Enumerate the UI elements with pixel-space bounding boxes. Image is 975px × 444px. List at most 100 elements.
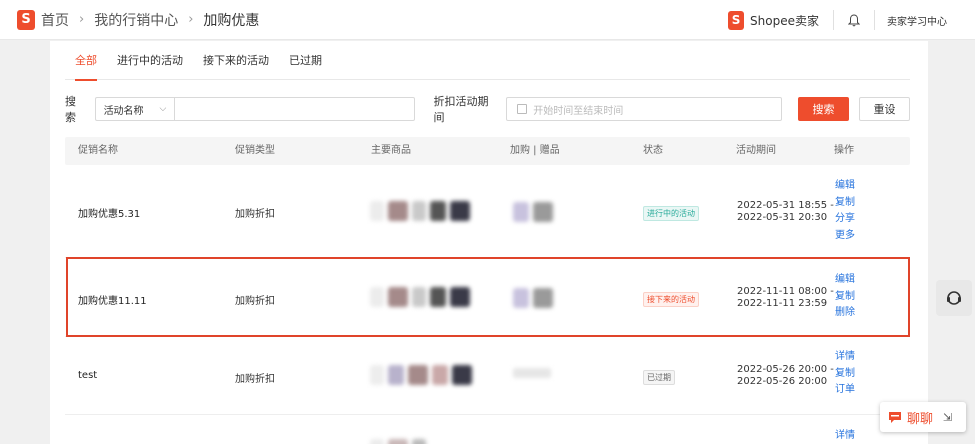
status-tabs: 全部 进行中的活动 接下来的活动 已过期 xyxy=(65,41,910,81)
product-image xyxy=(412,439,426,444)
promotion-name: 加购优惠5.31 xyxy=(78,209,141,220)
promotion-name-input[interactable] xyxy=(174,97,415,121)
share-link[interactable]: 分享 xyxy=(835,211,855,228)
customer-service-button[interactable] xyxy=(936,280,972,316)
row-actions: 详情 xyxy=(835,428,855,444)
status-badge: 进行中的活动 xyxy=(643,206,699,221)
product-image xyxy=(412,201,426,221)
table-row: test 加购折扣 已过期 2022-05-26 20:00 - 2022-05… xyxy=(65,337,910,415)
tab-expired[interactable]: 已过期 xyxy=(279,41,332,80)
main-products-thumbnails xyxy=(370,365,476,385)
minimize-icon[interactable]: ⇲ xyxy=(943,411,952,424)
promotion-list-panel: 全部 进行中的活动 接下来的活动 已过期 搜索 活动名称 ⌵ 折扣活动期间 开始… xyxy=(50,41,928,444)
column-header-name: 促销名称 xyxy=(78,145,118,156)
promotion-type: 加购折扣 xyxy=(235,209,275,220)
breadcrumb: 首页 › 我的行销中心 › 加购优惠 xyxy=(41,10,259,30)
product-image xyxy=(430,287,446,307)
product-image xyxy=(533,202,553,222)
notification-bell-icon[interactable] xyxy=(834,13,874,27)
tab-upcoming[interactable]: 接下来的活动 xyxy=(193,41,279,80)
tab-ongoing[interactable]: 进行中的活动 xyxy=(107,41,193,80)
table-header: 促销名称 促销类型 主要商品 加购 | 赠品 状态 活动期间 操作 xyxy=(65,137,910,165)
chat-label: 聊聊 xyxy=(907,411,934,427)
breadcrumb-marketing-centre[interactable]: 我的行销中心 xyxy=(94,10,178,30)
period-end: 2022-05-31 20:30 xyxy=(737,212,828,223)
period-end: 2022-05-26 20:00 xyxy=(737,376,828,387)
period-start: 2022-11-11 08:00 - xyxy=(737,286,834,297)
reset-button[interactable]: 重设 xyxy=(858,97,910,121)
product-image xyxy=(430,201,446,221)
date-range-picker[interactable]: 开始时间至结束时间 xyxy=(506,97,782,121)
product-image xyxy=(450,287,470,307)
product-image xyxy=(388,365,404,385)
product-image xyxy=(388,287,408,307)
column-header-status: 状态 xyxy=(643,145,663,156)
shopee-logo-icon[interactable]: S xyxy=(17,9,35,30)
column-header-period: 活动期间 xyxy=(736,145,776,156)
details-link[interactable]: 详情 xyxy=(835,349,855,366)
table-row: 加购优惠11.11 加购折扣 接下来的活动 2022-11-11 08:00 -… xyxy=(65,258,910,337)
table-row: 加购优惠5.31 加购折扣 进行中的活动 2022-05-31 18:55 - … xyxy=(65,165,910,258)
product-image xyxy=(370,439,384,444)
table-row: 详情 xyxy=(65,415,910,444)
product-image xyxy=(408,365,428,385)
product-image xyxy=(452,365,472,385)
promotion-type: 加购折扣 xyxy=(235,296,275,307)
more-link[interactable]: 更多 xyxy=(835,228,855,245)
promotion-name: test xyxy=(78,370,98,381)
column-header-actions: 操作 xyxy=(834,145,854,156)
period-start: 2022-05-26 20:00 - xyxy=(737,364,834,375)
breadcrumb-home[interactable]: 首页 xyxy=(41,10,69,30)
promotion-type: 加购折扣 xyxy=(235,374,275,385)
promotion-name: 加购优惠11.11 xyxy=(78,296,147,307)
edit-link[interactable]: 编辑 xyxy=(835,178,855,195)
chat-widget[interactable]: 聊聊 ⇲ xyxy=(880,402,966,432)
copy-link[interactable]: 复制 xyxy=(835,195,855,212)
search-field-select[interactable]: 活动名称 ⌵ xyxy=(94,97,175,121)
product-image xyxy=(388,201,408,221)
copy-link[interactable]: 复制 xyxy=(835,289,855,306)
product-image xyxy=(513,368,551,378)
shop-name[interactable]: Shopee卖家 xyxy=(750,12,819,29)
product-image xyxy=(432,365,448,385)
product-image xyxy=(412,287,426,307)
headset-icon xyxy=(947,291,961,305)
search-row: 搜索 活动名称 ⌵ 折扣活动期间 开始时间至结束时间 搜索 重设 xyxy=(65,95,910,124)
promotion-period: 2022-05-31 18:55 - 2022-05-31 20:30 xyxy=(737,200,834,224)
main-products-thumbnails xyxy=(370,201,474,221)
row-actions: 编辑 复制 删除 xyxy=(835,272,855,322)
divider xyxy=(874,10,875,30)
main-products-thumbnails xyxy=(370,439,430,444)
addon-products-placeholder xyxy=(513,368,555,378)
breadcrumb-current: 加购优惠 xyxy=(203,12,260,29)
period-start: 2022-05-31 18:55 - xyxy=(737,200,834,211)
date-range-label: 折扣活动期间 xyxy=(433,95,489,124)
edit-link[interactable]: 编辑 xyxy=(835,272,855,289)
period-end: 2022-11-11 23:59 xyxy=(737,298,828,309)
column-header-addon-gift: 加购 | 赠品 xyxy=(510,145,560,156)
delete-link[interactable]: 删除 xyxy=(835,305,855,322)
seller-learning-centre-link[interactable]: 卖家学习中心 xyxy=(887,13,947,28)
promotion-period: 2022-11-11 08:00 - 2022-11-11 23:59 xyxy=(737,286,834,310)
product-image xyxy=(450,201,470,221)
search-button[interactable]: 搜索 xyxy=(797,97,849,121)
product-image xyxy=(513,202,529,222)
date-range-placeholder: 开始时间至结束时间 xyxy=(533,105,624,117)
top-navigation-bar: S 首页 › 我的行销中心 › 加购优惠 S Shopee卖家 卖家学习中心 xyxy=(0,0,975,40)
shopee-seller-logo-icon: S xyxy=(728,10,745,30)
column-header-main-products: 主要商品 xyxy=(371,145,411,156)
addon-products-thumbnails xyxy=(513,288,557,308)
copy-link[interactable]: 复制 xyxy=(835,366,855,383)
column-header-type: 促销类型 xyxy=(235,145,275,156)
product-image xyxy=(370,365,384,385)
details-link[interactable]: 详情 xyxy=(835,428,855,444)
chat-bubble-icon xyxy=(889,411,901,423)
tab-all[interactable]: 全部 xyxy=(65,41,107,81)
product-image xyxy=(370,201,384,221)
search-label: 搜索 xyxy=(65,95,76,124)
product-image xyxy=(370,287,384,307)
search-field-select-value: 活动名称 xyxy=(103,105,144,117)
orders-link[interactable]: 订单 xyxy=(835,382,855,399)
product-image xyxy=(513,288,529,308)
top-right-menu: S Shopee卖家 卖家学习中心 xyxy=(728,0,975,40)
